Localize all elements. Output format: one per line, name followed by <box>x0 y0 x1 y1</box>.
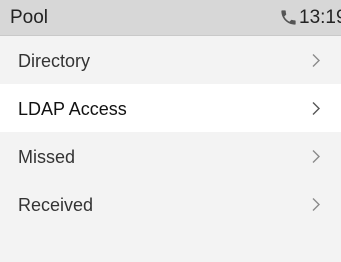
phone-handset-icon <box>281 10 296 25</box>
clock: 13:19 <box>299 7 341 28</box>
menu-list: Directory LDAP Access Missed Received <box>0 36 341 228</box>
menu-item-label: Directory <box>18 51 91 71</box>
chevron-right-icon <box>312 54 320 67</box>
menu-item-directory[interactable]: Directory <box>0 36 341 84</box>
status-bar: Pool 13:19 <box>0 0 341 36</box>
chevron-right-icon <box>312 198 320 211</box>
menu-item-missed[interactable]: Missed <box>0 132 341 180</box>
menu-item-label: Missed <box>18 147 76 167</box>
menu-item-ldap-access[interactable]: LDAP Access <box>0 84 341 132</box>
status-title: Pool <box>10 7 49 28</box>
menu-item-label: LDAP Access <box>18 99 127 119</box>
phone-screen: Pool 13:19 Directory LDAP Access Missed … <box>0 0 341 262</box>
chevron-right-icon <box>312 150 320 163</box>
chevron-right-icon <box>312 102 320 115</box>
menu-item-label: Received <box>18 195 94 215</box>
menu-item-received[interactable]: Received <box>0 180 341 228</box>
